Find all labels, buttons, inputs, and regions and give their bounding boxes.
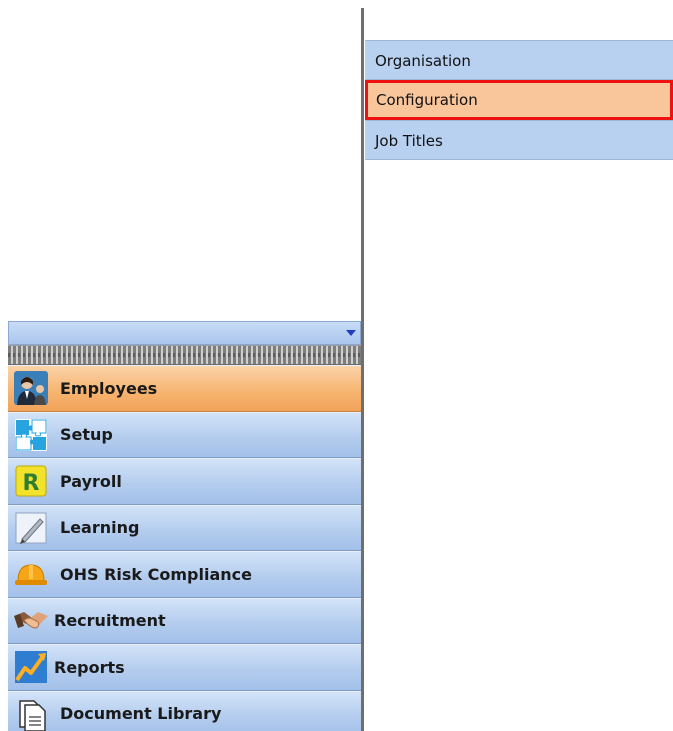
document-icon xyxy=(12,695,50,731)
employee-icon xyxy=(12,369,50,407)
nav-item-ohs-risk-compliance[interactable]: OHS Risk Compliance xyxy=(8,551,361,598)
handshake-icon xyxy=(12,602,50,640)
nav-item-label: Employees xyxy=(60,378,158,398)
learning-icon xyxy=(12,509,50,547)
app-window: Organisation Configuration Job Titles Em… xyxy=(0,0,673,731)
setup-icon xyxy=(12,416,50,454)
navigation-panel: Employees Setup R Payroll Learning OHS R… xyxy=(8,321,361,731)
nav-header[interactable] xyxy=(8,321,361,345)
nav-item-employees[interactable]: Employees xyxy=(8,365,361,412)
sub-menu-list: Organisation Configuration Job Titles xyxy=(365,40,673,160)
payroll-icon: R xyxy=(12,462,50,500)
nav-item-payroll[interactable]: R Payroll xyxy=(8,458,361,505)
nav-item-label: Reports xyxy=(54,657,125,677)
svg-text:R: R xyxy=(23,471,40,496)
chart-icon xyxy=(12,648,50,686)
nav-item-label: Document Library xyxy=(60,704,222,724)
pane-splitter[interactable] xyxy=(361,8,364,731)
nav-item-label: Learning xyxy=(60,518,140,538)
hard-hat-icon xyxy=(12,555,50,593)
nav-item-learning[interactable]: Learning xyxy=(8,504,361,551)
chevron-down-icon[interactable] xyxy=(346,330,356,336)
nav-item-reports[interactable]: Reports xyxy=(8,644,361,691)
menu-item-job-titles[interactable]: Job Titles xyxy=(365,120,673,160)
nav-item-recruitment[interactable]: Recruitment xyxy=(8,597,361,644)
nav-item-label: Setup xyxy=(60,425,113,445)
nav-item-label: Recruitment xyxy=(54,611,166,631)
nav-splitter-grip[interactable] xyxy=(8,345,361,365)
nav-item-document-library[interactable]: Document Library xyxy=(8,690,361,731)
nav-item-label: Payroll xyxy=(60,471,122,491)
menu-item-configuration[interactable]: Configuration xyxy=(365,80,673,120)
nav-item-setup[interactable]: Setup xyxy=(8,411,361,458)
menu-item-organisation[interactable]: Organisation xyxy=(365,40,673,80)
nav-item-label: OHS Risk Compliance xyxy=(60,564,252,584)
